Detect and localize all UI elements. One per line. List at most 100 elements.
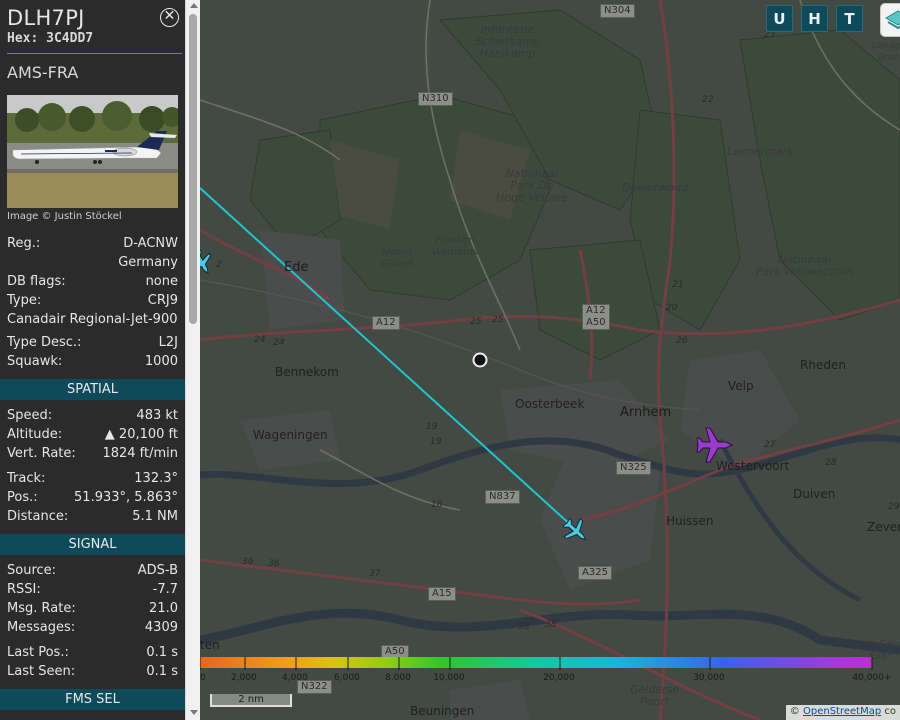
scroll-down-icon[interactable] <box>190 710 198 715</box>
map-view[interactable]: Infanterie Schietkamp Harskamp Nationaal… <box>200 0 900 720</box>
map-label-noord-ginkel: Noord Ginkel <box>381 247 413 270</box>
road-shield-a12: A12 <box>372 316 400 330</box>
rssi-value: -7.7 <box>152 582 178 597</box>
last-seen-row: Last Seen: 0.1 s <box>7 664 178 683</box>
callsign: DLH7PJ <box>7 6 85 30</box>
label: RSSI: <box>7 582 41 597</box>
map-label-loenermark: Loenermark <box>727 145 794 158</box>
distance-row: Distance: 5.1 NM <box>7 509 178 528</box>
map-label-ede: Ede <box>284 260 309 275</box>
close-icon[interactable]: ✕ <box>160 8 179 27</box>
junction-number: 24 <box>254 335 266 345</box>
map-label-rheden: Rheden <box>800 358 846 372</box>
altitude-scale-label: 40,000+ <box>852 673 892 683</box>
vert-rate-value: 1824 ft/min <box>102 446 178 461</box>
altitude-scale-label: 10,000 <box>433 673 465 683</box>
label: Altitude: <box>7 427 63 442</box>
junction-number: 21 <box>672 280 684 290</box>
section-header-spatial[interactable]: SPATIAL <box>0 379 185 400</box>
photo-credit: Image © Justin Stöckel <box>7 211 122 222</box>
layers-icon[interactable] <box>880 3 900 37</box>
map-label-beuningen: Beuningen <box>410 704 475 718</box>
junction-number: 25 <box>470 317 482 327</box>
junction-number: 22 <box>702 95 714 105</box>
openstreetmap-link[interactable]: OpenStreetMap <box>803 706 881 717</box>
position-row: Pos.: 51.933°, 5.863° <box>7 490 178 509</box>
toggle-u-button[interactable]: U <box>766 5 793 32</box>
road-shield-n310: N310 <box>418 92 453 106</box>
sidebar-scrollbar[interactable] <box>185 0 200 720</box>
altitude-scale-label: 8,000 <box>385 673 411 683</box>
distance-value: 5.1 NM <box>132 509 178 524</box>
label: Track: <box>7 471 46 486</box>
scroll-up-icon[interactable] <box>190 3 198 8</box>
label: DB flags: <box>7 274 66 289</box>
toggle-h-button[interactable]: H <box>801 5 828 32</box>
map-label-planken-wambuis: Planken Wambuis <box>432 235 478 258</box>
aircraft-photo[interactable] <box>7 95 178 208</box>
junction-number: 38 <box>518 622 530 632</box>
junction-number: 18 <box>431 500 443 510</box>
last-seen-value: 0.1 s <box>146 664 178 679</box>
msg-rate-row: Msg. Rate: 21.0 <box>7 601 178 620</box>
attribution-suffix: co <box>884 706 896 717</box>
junction-number: 2 <box>216 260 222 270</box>
attribution-prefix: © <box>789 706 800 717</box>
hex-code: Hex: 3C4DD7 <box>7 31 94 46</box>
label: Source: <box>7 563 57 578</box>
map-label-westervoort: Westervoort <box>716 459 790 473</box>
scroll-thumb[interactable] <box>189 14 197 324</box>
last-pos-value: 0.1 s <box>146 645 178 660</box>
label: Type Desc.: <box>7 335 82 350</box>
db-flags-row: DB flags: none <box>7 274 178 293</box>
map-label-hoge-veluwe: Nationaal Park De Hoge Veluwe <box>496 167 568 204</box>
route: AMS-FRA <box>7 63 79 82</box>
altitude-scale-label: 4,000 <box>282 673 308 683</box>
map-label-velp: Velp <box>728 379 754 393</box>
junction-number: 19 <box>426 422 438 432</box>
map-label-deelerwoud: Deelerwoud <box>622 181 689 194</box>
altitude-scale-label: 30,000 <box>693 673 725 683</box>
distance-scale-bar: 2 nm <box>210 694 292 707</box>
map-label-oosterbeek: Oosterbeek <box>515 397 585 411</box>
last-pos-row: Last Pos.: 0.1 s <box>7 645 178 664</box>
map-label-duiven: Duiven <box>793 487 836 501</box>
junction-number: 19 <box>430 437 442 447</box>
section-header-signal[interactable]: SIGNAL <box>0 534 185 555</box>
map-label-gelderse-poort: Gelderse Poort <box>630 683 680 708</box>
squawk-row: Squawk: 1000 <box>7 354 178 373</box>
receiver-location-marker[interactable] <box>472 352 488 368</box>
toggle-t-button[interactable]: T <box>836 5 863 32</box>
map-label-veluwezoom: Nationaal Park Veluwezoom <box>756 253 854 278</box>
source-row: Source: ADS-B <box>7 563 178 582</box>
junction-number: 28 <box>825 458 837 468</box>
source-value: ADS-B <box>137 563 178 578</box>
label: Distance: <box>7 509 69 524</box>
section-header-fms-sel[interactable]: FMS SEL <box>0 689 185 710</box>
altitude-scale-label: 20,000 <box>543 673 575 683</box>
altitude-value: ▲ 20,100 ft <box>104 427 178 442</box>
label: Squawk: <box>7 354 63 369</box>
road-shield-n304: N304 <box>600 4 635 18</box>
rssi-row: RSSI: -7.7 <box>7 582 178 601</box>
road-shield-a15: A15 <box>428 587 456 601</box>
map-attribution: © OpenStreetMap co <box>785 705 900 720</box>
type-desc-value: L2J <box>158 335 178 350</box>
label: Msg. Rate: <box>7 601 76 616</box>
track-row: Track: 132.3° <box>7 471 178 490</box>
map-label-rhenen: ten <box>200 638 220 652</box>
map-label-landgoed: Landgo Brun <box>872 41 900 63</box>
map-label-arnhem: Arnhem <box>620 405 672 420</box>
road-shield-n837: N837 <box>485 490 520 504</box>
country-value: Germany <box>118 255 178 270</box>
junction-number: 25 <box>492 315 504 325</box>
type-desc-row: Type Desc.: L2J <box>7 335 178 354</box>
map-label-huissen: Huissen <box>666 514 714 528</box>
vert-rate-row: Vert. Rate: 1824 ft/min <box>7 446 178 465</box>
speed-row: Speed: 483 kt <box>7 408 178 427</box>
junction-number: 27 <box>764 440 776 450</box>
junction-number: 38 <box>545 620 557 630</box>
messages-row: Messages: 4309 <box>7 620 178 639</box>
junction-number: 29 <box>888 502 900 512</box>
registration-value[interactable]: D-ACNW <box>123 236 178 251</box>
